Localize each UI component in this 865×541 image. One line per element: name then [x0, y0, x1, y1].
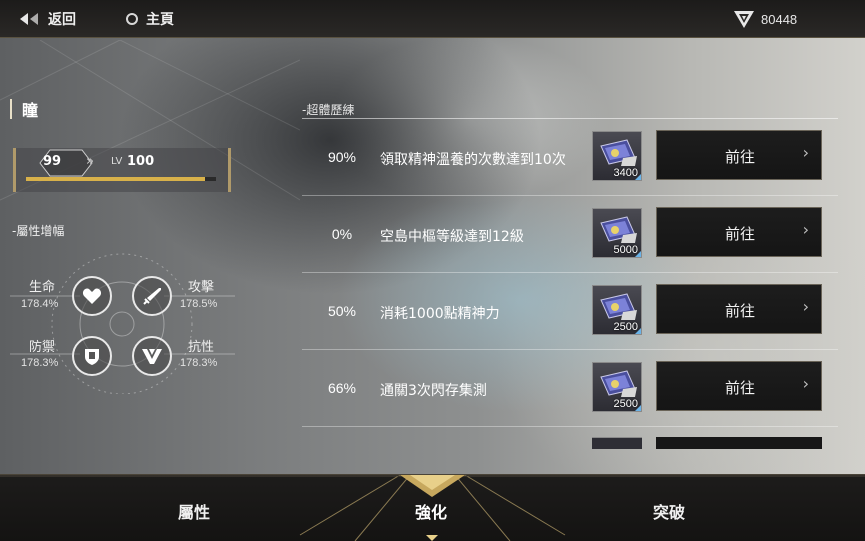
- exp-tome-icon: [600, 293, 637, 320]
- tab-enhance[interactable]: 強化: [415, 499, 447, 523]
- reward-item[interactable]: 5000: [592, 208, 642, 258]
- home-button[interactable]: 主頁: [126, 9, 174, 29]
- go-button[interactable]: 前往 ›: [656, 207, 822, 257]
- character-name: 瞳: [22, 101, 39, 120]
- def-label: 防禦: [29, 340, 56, 355]
- go-label: 前往: [724, 302, 755, 320]
- name-accent-bar: [10, 99, 12, 119]
- character-name-box: 瞳: [10, 97, 70, 121]
- def-attribute-button[interactable]: [72, 336, 112, 376]
- exp-tome-icon: [600, 216, 637, 243]
- task-row: 66% 通關3次閃存集測 2500 前往 ›: [302, 350, 838, 427]
- go-label: 前往: [724, 379, 755, 397]
- go-button[interactable]: 前往 ›: [656, 361, 822, 411]
- chevron-right-icon: ›: [802, 297, 809, 316]
- task-percent: 66%: [327, 380, 357, 396]
- go-button[interactable]: 前往 ›: [656, 130, 822, 180]
- home-label: 主頁: [146, 12, 174, 28]
- hp-label: 生命: [29, 280, 56, 295]
- tab-breakthrough[interactable]: 突破: [653, 499, 685, 523]
- shield-icon: [85, 349, 99, 365]
- back-button[interactable]: 返回: [20, 9, 76, 29]
- v-crest-icon: [734, 11, 754, 28]
- chevron-right-icon: ›: [802, 374, 809, 393]
- task-description: 通關3次閃存集測: [380, 383, 487, 399]
- bottom-nav: 屬性 強化 突破: [0, 474, 865, 541]
- task-percent: 0%: [331, 226, 353, 242]
- level-prefix: LV: [111, 156, 123, 167]
- level-arrow-icon: »: [86, 154, 94, 169]
- def-value: 178.3%: [21, 357, 59, 369]
- task-description: 空島中樞等級達到12級: [380, 229, 524, 245]
- res-label: 抗性: [188, 340, 215, 355]
- back-arrow-icon: [20, 13, 38, 25]
- resist-icon: [142, 349, 162, 364]
- atk-attribute-button[interactable]: [132, 276, 172, 316]
- attributes-title: -屬性增幅: [12, 224, 65, 238]
- atk-value: 178.5%: [180, 298, 218, 310]
- level-panel: 99 » LV 100: [13, 148, 231, 192]
- rarity-corner: [635, 251, 641, 257]
- hp-value: 178.4%: [21, 298, 59, 310]
- exp-tome-icon: [600, 370, 637, 397]
- task-percent: 50%: [327, 303, 357, 319]
- task-row: 0% 空島中樞等級達到12級 5000 前往 ›: [302, 196, 838, 273]
- attribute-ring: 生命 178.4% 攻擊 178.5% 防禦 178.3% 抗性 178.3%: [10, 244, 240, 394]
- level-progress-fill: [26, 177, 205, 181]
- chevron-right-icon: ›: [802, 220, 809, 239]
- reward-item-partial[interactable]: [592, 437, 642, 449]
- reward-item[interactable]: 2500: [592, 362, 642, 412]
- tab-attributes[interactable]: 屬性: [178, 499, 210, 523]
- back-label: 返回: [48, 12, 76, 28]
- task-row: 50% 消耗1000點精神力 2500 前往 ›: [302, 273, 838, 350]
- tasks-title: -超體歷練: [302, 103, 355, 117]
- hp-attribute-button[interactable]: [72, 276, 112, 316]
- sword-icon: [143, 288, 161, 305]
- home-circle-icon: [126, 13, 138, 25]
- currency-display: 80448: [733, 8, 797, 30]
- task-description: 消耗1000點精神力: [380, 306, 500, 322]
- task-percent: 90%: [327, 149, 357, 165]
- res-value: 178.3%: [180, 357, 218, 369]
- top-bar: 返回 主頁 80448: [0, 0, 865, 38]
- rarity-corner: [635, 328, 641, 334]
- reward-item[interactable]: 2500: [592, 285, 642, 335]
- rarity-corner: [635, 405, 641, 411]
- res-attribute-button[interactable]: [132, 336, 172, 376]
- task-description: 領取精神溫養的次數達到10次: [380, 152, 566, 168]
- level-current: 99: [43, 154, 62, 169]
- attribute-ring-deco: [10, 253, 235, 394]
- go-label: 前往: [724, 225, 755, 243]
- level-max: 100: [127, 154, 155, 169]
- task-divider: [302, 426, 838, 427]
- go-label: 前往: [724, 148, 755, 166]
- chevron-right-icon: ›: [802, 143, 809, 162]
- task-row: 90% 領取精神溫養的次數達到10次 3400 前往 ›: [302, 119, 838, 196]
- exp-tome-icon: [600, 139, 637, 166]
- currency-value: 80448: [761, 11, 798, 27]
- reward-item[interactable]: 3400: [592, 131, 642, 181]
- level-progress-bar: [26, 177, 216, 181]
- atk-label: 攻擊: [188, 280, 215, 295]
- go-button[interactable]: 前往 ›: [656, 284, 822, 334]
- go-button-partial[interactable]: [656, 437, 822, 449]
- rarity-corner: [635, 174, 641, 180]
- heart-icon: [82, 288, 102, 304]
